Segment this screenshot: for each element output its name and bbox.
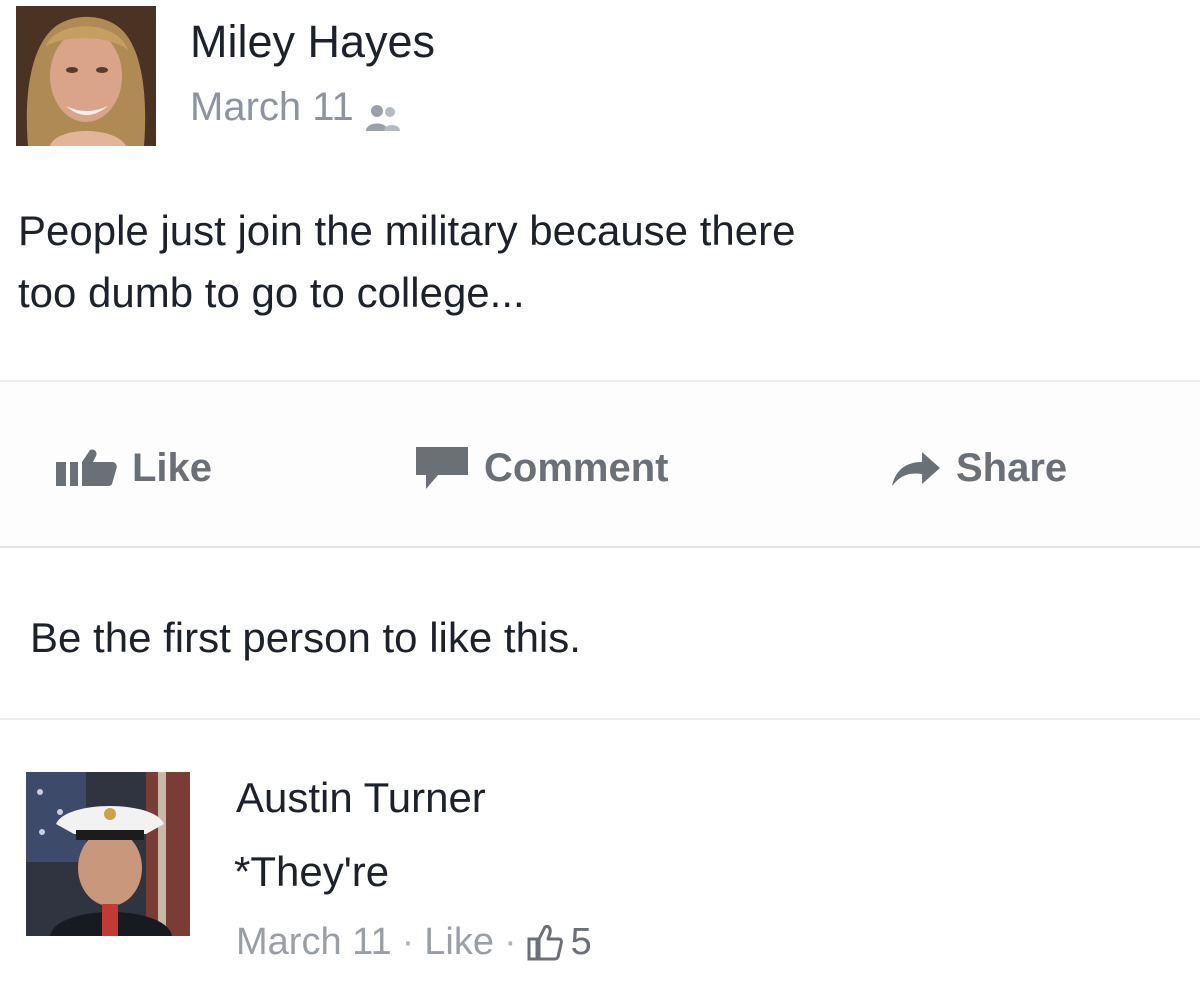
post-date[interactable]: March 11 xyxy=(190,82,354,132)
post-action-bar: Like Comment Share xyxy=(0,380,1200,548)
comment-date[interactable]: March 11 xyxy=(236,918,392,966)
meta-separator: · xyxy=(401,921,415,963)
author-avatar[interactable] xyxy=(16,6,156,146)
comment-author-name[interactable]: Austin Turner xyxy=(236,772,486,824)
comment-button[interactable]: Comment xyxy=(414,440,668,496)
thumbs-up-outline-icon[interactable] xyxy=(527,923,563,961)
post-text-line-2: too dumb to go to college... xyxy=(18,269,525,316)
comment-label: Comment xyxy=(484,445,669,490)
comment-bubble-icon xyxy=(414,445,470,491)
post-header: Miley Hayes March 11 xyxy=(16,6,1184,151)
comment-meta: March 11 · Like · 5 xyxy=(236,918,592,966)
post-meta: March 11 xyxy=(190,82,402,132)
comment: Austin Turner *They're March 11 · Like ·… xyxy=(26,772,1176,963)
share-label: Share xyxy=(956,445,1068,490)
divider xyxy=(0,718,1200,720)
post-text: People just join the military because th… xyxy=(18,200,1178,324)
share-arrow-icon xyxy=(890,448,942,488)
commenter-avatar-image xyxy=(26,772,190,936)
thumbs-up-icon xyxy=(56,448,118,488)
comment-like-count[interactable]: 5 xyxy=(571,918,592,966)
share-button[interactable]: Share xyxy=(890,440,1067,496)
likes-summary[interactable]: Be the first person to like this. xyxy=(30,608,581,668)
meta-separator: · xyxy=(503,921,517,963)
post-text-line-1: People just join the military because th… xyxy=(18,207,796,254)
comment-like-link[interactable]: Like xyxy=(424,918,494,966)
like-label: Like xyxy=(132,445,213,490)
like-button[interactable]: Like xyxy=(56,440,212,496)
post-author-name[interactable]: Miley Hayes xyxy=(190,14,435,70)
author-avatar-image xyxy=(16,6,156,146)
comment-text: *They're xyxy=(234,848,390,895)
friends-icon[interactable] xyxy=(364,93,402,131)
commenter-avatar[interactable] xyxy=(26,772,190,936)
